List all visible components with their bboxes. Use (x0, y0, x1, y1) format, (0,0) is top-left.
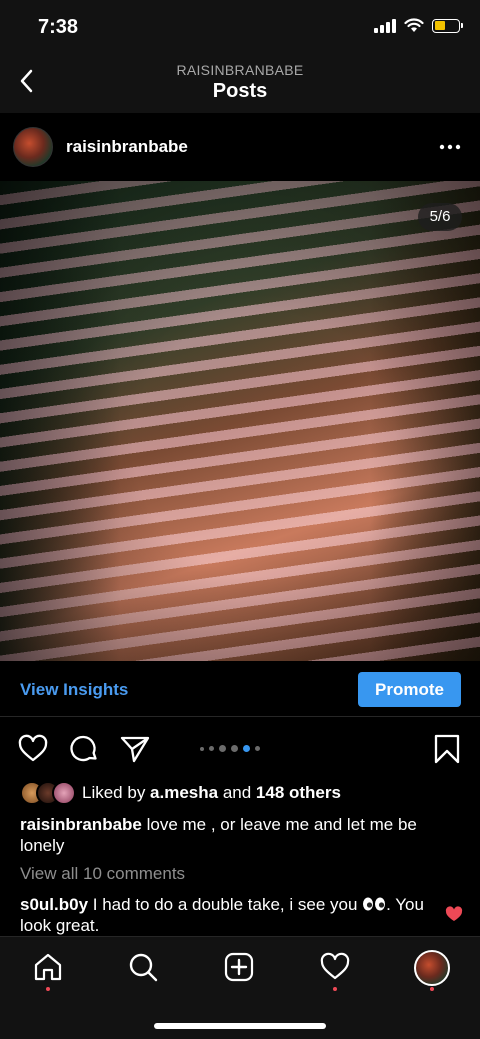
caption: raisinbranbabe love me , or leave me and… (20, 814, 465, 856)
more-icon[interactable] (438, 137, 462, 157)
profile-username-subtitle: RAISINBRANBABE (176, 62, 304, 78)
bookmark-icon[interactable] (431, 733, 463, 765)
likes-row[interactable]: Liked by a.mesha and 148 others (20, 780, 341, 806)
promote-button[interactable]: Promote (358, 672, 461, 707)
tab-bar (0, 936, 480, 1039)
page-title: Posts (212, 80, 268, 102)
activity-notification-dot (333, 987, 337, 991)
home-indicator[interactable] (154, 1023, 326, 1029)
status-bar: 7:38 (0, 0, 480, 56)
carousel-dot-active (243, 745, 250, 752)
comment-icon[interactable] (68, 733, 100, 765)
caption-username[interactable]: raisinbranbabe (20, 815, 142, 834)
comment: s0ul.b0y I had to do a double take, i se… (20, 895, 424, 935)
carousel-indicator (200, 745, 260, 752)
post-username[interactable]: raisinbranbabe (66, 137, 188, 157)
likes-text: Liked by a.mesha and 148 others (82, 783, 341, 802)
home-icon[interactable] (32, 951, 64, 983)
search-icon[interactable] (127, 951, 159, 983)
heart-icon[interactable] (17, 733, 49, 765)
view-all-comments-link[interactable]: View all 10 comments (20, 864, 185, 884)
comment-username[interactable]: s0ul.b0y (20, 895, 88, 914)
carousel-dot (200, 746, 204, 751)
post-photo[interactable]: 5/6 (0, 181, 480, 661)
home-notification-dot (46, 987, 50, 991)
likes-others[interactable]: 148 others (256, 783, 341, 802)
status-icons (374, 18, 463, 33)
post-header: raisinbranbabe (0, 113, 480, 181)
carousel-dot (209, 746, 214, 751)
comment-heart-icon[interactable] (445, 906, 463, 922)
action-row (0, 718, 480, 778)
carousel-dot (219, 745, 226, 752)
insights-bar: View Insights Promote (0, 661, 480, 717)
photo-counter: 5/6 (418, 203, 462, 231)
liker-username[interactable]: a.mesha (150, 783, 218, 802)
battery-icon (432, 18, 463, 33)
create-icon[interactable] (223, 951, 255, 983)
wifi-icon (404, 18, 424, 32)
liker-avatar (52, 781, 76, 805)
eyes-emoji-icon (363, 897, 386, 911)
profile-notification-dot (430, 987, 434, 991)
avatar[interactable] (13, 127, 53, 167)
share-icon[interactable] (119, 733, 151, 765)
profile-tab-avatar[interactable] (414, 950, 450, 986)
cellular-signal-icon (374, 18, 396, 33)
nav-header: RAISINBRANBABE Posts (0, 56, 480, 113)
carousel-dot (231, 745, 238, 752)
carousel-dot (255, 746, 260, 751)
activity-icon[interactable] (319, 951, 351, 983)
view-insights-link[interactable]: View Insights (20, 680, 128, 700)
liker-avatars (20, 781, 80, 805)
status-time: 7:38 (38, 16, 79, 38)
